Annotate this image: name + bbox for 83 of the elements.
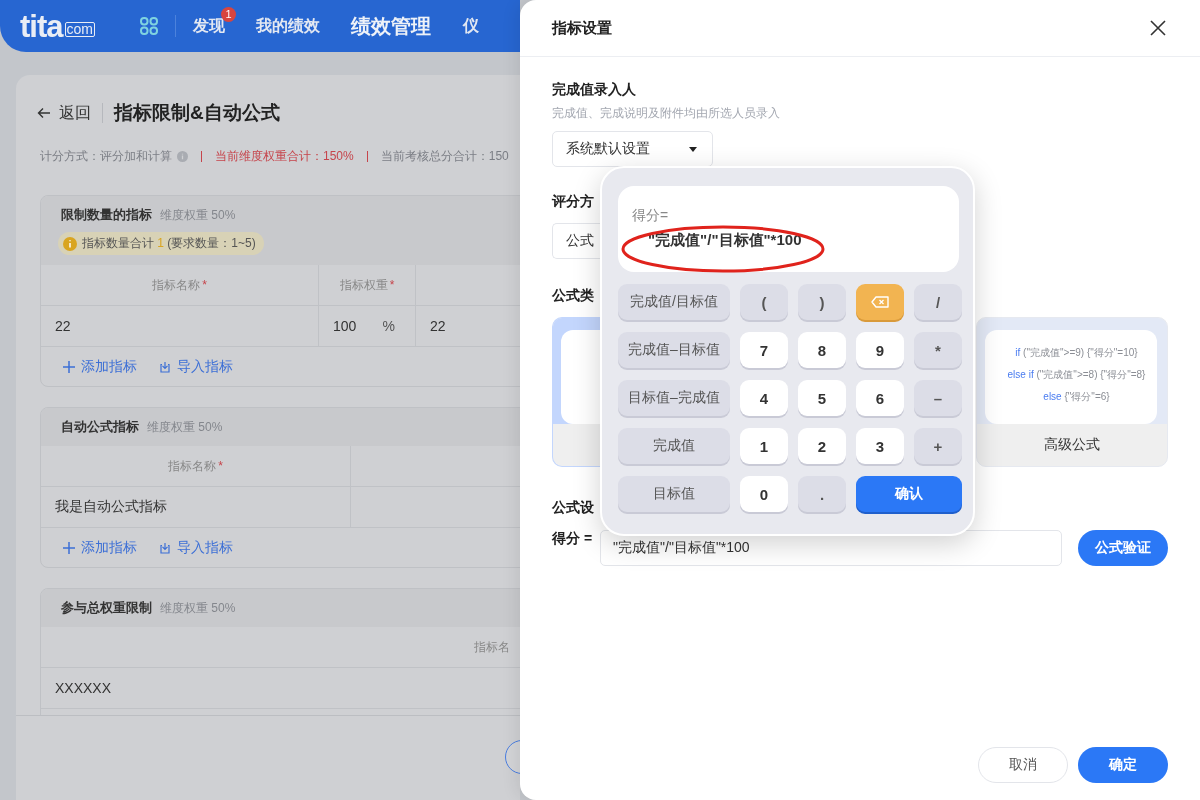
summary-text: 当前考核总分合计：150	[380, 147, 509, 165]
card-title: 高级公式	[1044, 436, 1100, 454]
number-key[interactable]: 1	[740, 428, 788, 464]
number-key[interactable]: 4	[740, 380, 788, 416]
field-hint: 完成值、完成说明及附件均由所选人员录入	[552, 105, 780, 122]
display-label: 得分=	[632, 207, 669, 225]
nav-tab[interactable]: 我的绩效	[255, 15, 320, 37]
notice-text: 指标数量合计 1 (要求数量：1~5)	[82, 235, 256, 252]
field-key[interactable]: 完成值–目标值	[618, 332, 730, 368]
select-dropdown[interactable]: 公式	[552, 223, 600, 259]
back-arrow-icon[interactable]	[37, 107, 51, 119]
weight-input[interactable]: 100 %	[319, 306, 416, 347]
app-grid-icon[interactable]	[139, 17, 158, 35]
field-label: 公式设	[552, 499, 594, 517]
operator-key[interactable]: (	[740, 284, 788, 320]
plus-icon	[63, 360, 75, 373]
info-icon	[177, 150, 188, 162]
nav-tab[interactable]: 仪	[462, 15, 479, 37]
display-formula: "完成值"/"目标值"*100	[648, 231, 802, 250]
column-header: 指标名称 *	[168, 457, 223, 475]
column-header: 指标权重 *	[339, 276, 395, 294]
add-indicator-link[interactable]: 添加指标	[63, 357, 137, 376]
number-key[interactable]: 2	[798, 428, 846, 464]
number-key[interactable]: 5	[798, 380, 846, 416]
formula-type-card[interactable]: if ("完成值">=9) {"得分"=10} else if ("完成值">=8) {"得分"=8} else {"得分"=6} 高级公式	[976, 317, 1168, 467]
import-icon	[159, 541, 171, 554]
confirm-button[interactable]: 确定	[1078, 747, 1168, 783]
section-title: 限制数量的指标	[61, 206, 152, 224]
info-icon	[63, 236, 77, 251]
number-key[interactable]: 3	[856, 428, 904, 464]
number-key[interactable]: 0	[740, 476, 788, 512]
operator-key[interactable]: *	[914, 332, 962, 368]
field-key[interactable]: 完成值	[618, 428, 730, 464]
cancel-button[interactable]: 取消	[978, 747, 1068, 783]
caret-icon	[689, 146, 697, 152]
plus-icon	[63, 541, 75, 554]
close-icon[interactable]	[1150, 20, 1166, 36]
section-weight: 维度权重 50%	[160, 207, 236, 224]
number-key[interactable]: 7	[740, 332, 788, 368]
import-indicator-link[interactable]: 导入指标	[159, 538, 233, 557]
confirm-button[interactable]: 确认	[856, 476, 962, 512]
logo[interactable]: tita com	[20, 6, 95, 46]
number-key[interactable]: 6	[856, 380, 904, 416]
code-line: if ("完成值">=9) {"得分"=10}	[1014, 346, 1139, 360]
table-cell: 我是自动公式指标	[55, 498, 167, 516]
column-header: 指标名	[474, 638, 510, 656]
add-indicator-link[interactable]: 添加指标	[63, 538, 137, 557]
number-key[interactable]: 8	[798, 332, 846, 368]
select-dropdown[interactable]: 系统默认设置	[552, 131, 713, 167]
operator-key[interactable]: .	[798, 476, 846, 512]
import-indicator-link[interactable]: 导入指标	[159, 357, 233, 376]
section-title: 参与总权重限制	[61, 599, 152, 617]
verify-button[interactable]: 公式验证	[1078, 530, 1168, 566]
table-cell: XXXXXX	[55, 680, 112, 696]
drawer-title: 指标设置	[552, 18, 612, 38]
field-key[interactable]: 完成值/目标值	[618, 284, 730, 320]
field-label: 完成值录入人	[552, 81, 636, 99]
table-cell: 22	[55, 318, 71, 334]
operator-key[interactable]: /	[914, 284, 962, 320]
back-link[interactable]: 返回	[37, 102, 91, 124]
import-icon	[159, 360, 171, 373]
field-label: 评分方	[552, 193, 594, 211]
summary-text: 当前维度权重合计：150%	[215, 147, 354, 165]
section-weight: 维度权重 50%	[147, 419, 223, 436]
table-cell: 22	[430, 318, 446, 334]
operator-key[interactable]: )	[798, 284, 846, 320]
field-key[interactable]: 目标值–完成值	[618, 380, 730, 416]
nav-tab[interactable]: 绩效管理	[350, 12, 431, 40]
column-header: 指标名称 *	[152, 276, 207, 294]
operator-key[interactable]: +	[914, 428, 962, 464]
number-key[interactable]: 9	[856, 332, 904, 368]
page-title: 指标限制&自动公式	[114, 101, 280, 125]
code-line: else if ("完成值">=8) {"得分"=8}	[1006, 368, 1147, 382]
score-label: 得分 =	[552, 530, 593, 548]
section-weight: 维度权重 50%	[160, 600, 236, 617]
backspace-key[interactable]	[856, 284, 904, 320]
summary-text: 计分方式：评分加和计算	[40, 147, 172, 165]
code-line: else {"得分"=6}	[1042, 390, 1111, 404]
field-label: 公式类	[552, 287, 594, 305]
operator-key[interactable]: –	[914, 380, 962, 416]
section-title: 自动公式指标	[61, 418, 139, 436]
backspace-icon	[871, 296, 889, 308]
field-key[interactable]: 目标值	[618, 476, 730, 512]
